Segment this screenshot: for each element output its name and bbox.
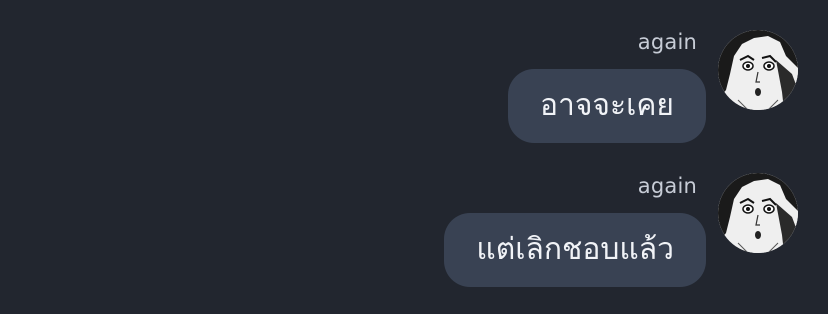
manga-character-avatar-icon[interactable] (718, 173, 798, 253)
message-row: again แต่เลิกชอบแล้ว (0, 0, 828, 314)
message-username: again (637, 174, 697, 198)
chat-panel: again อาจจะเคย again แต่เลิกชอบแล้ว (0, 0, 828, 314)
message-bubble[interactable]: แต่เลิกชอบแล้ว (444, 213, 706, 287)
